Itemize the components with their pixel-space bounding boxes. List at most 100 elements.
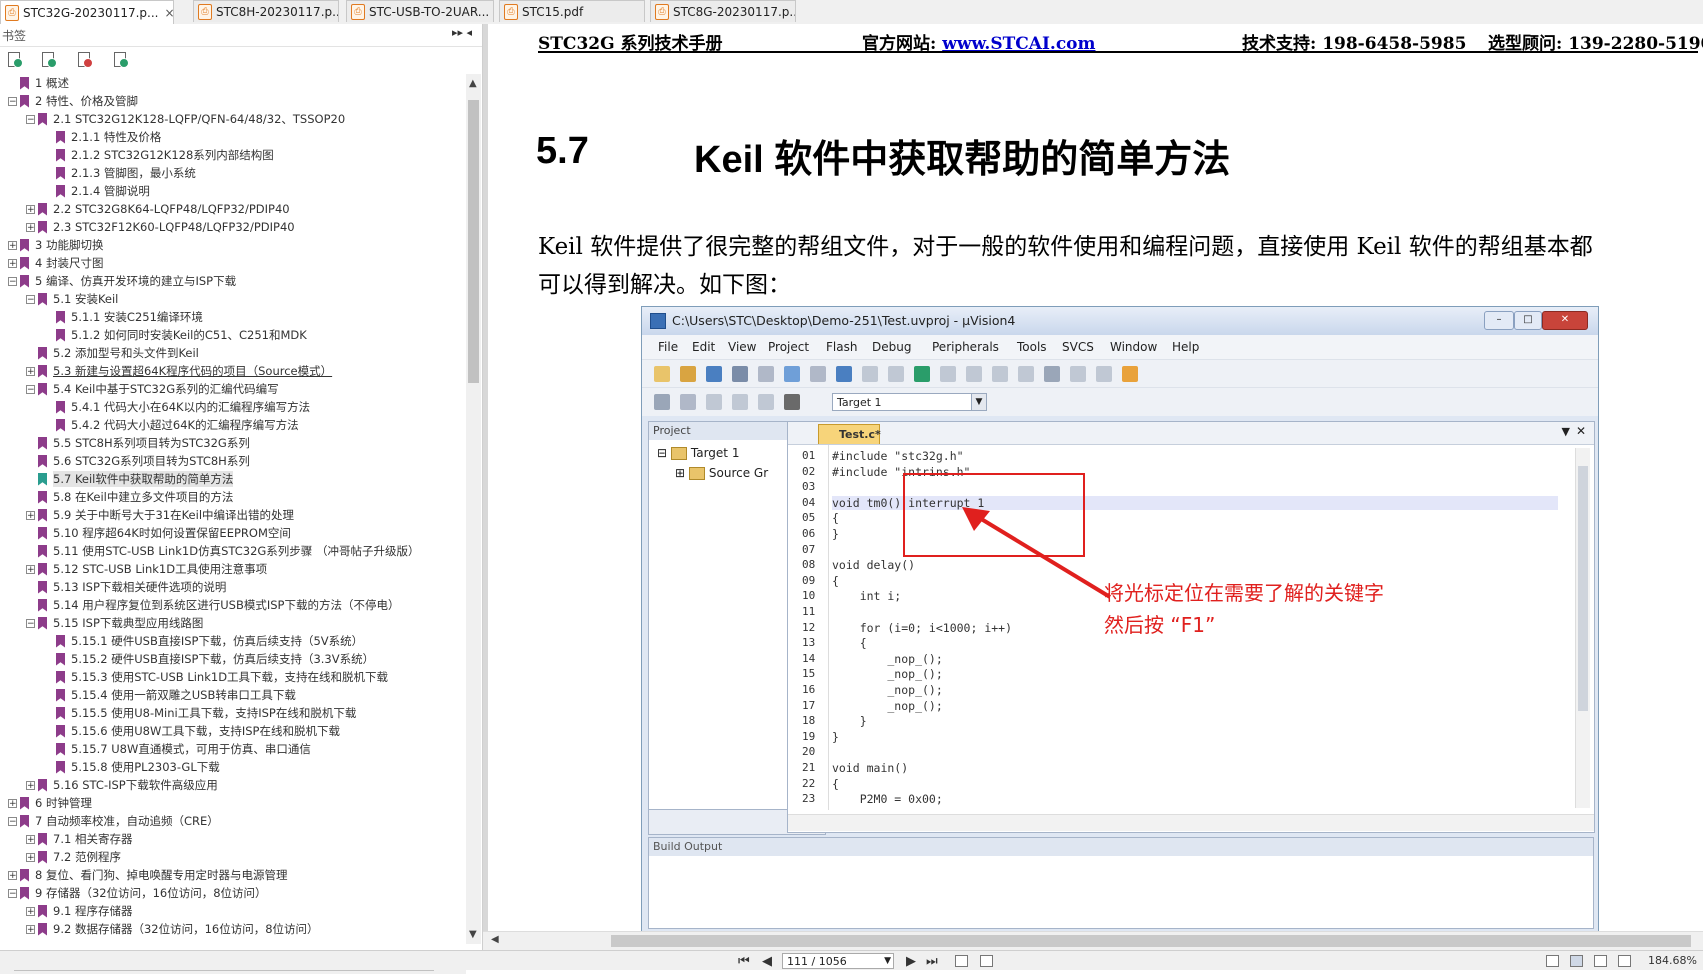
- bookmark-item[interactable]: 5.1.2 如何同时安装Keil的C51、C251和MDK: [44, 326, 307, 344]
- expand-icon[interactable]: +: [26, 366, 35, 376]
- bookmark-item[interactable]: +7.1 相关寄存器: [26, 830, 132, 848]
- bookmark-item[interactable]: 5.4.2 代码大小超过64K的汇编程序编写方法: [44, 416, 299, 434]
- bookmark-item[interactable]: +5.16 STC-ISP下载软件高级应用: [26, 776, 218, 794]
- splitter[interactable]: [483, 24, 488, 950]
- expand-icon[interactable]: +: [8, 240, 17, 250]
- expand-icon[interactable]: +: [26, 906, 35, 916]
- tab-stc-usb[interactable]: ⎙ STC-USB-TO-2UAR...: [346, 0, 494, 22]
- fit-page-icon[interactable]: [955, 955, 968, 967]
- first-page-icon[interactable]: ⏮: [738, 954, 750, 969]
- bookmark-item[interactable]: +8 复位、看门狗、掉电唤醒专用定时器与电源管理: [8, 866, 287, 884]
- bookmark-item[interactable]: 5.15.7 U8W直通模式，可用于仿真、串口通信: [44, 740, 311, 758]
- bookmark-tool-icon[interactable]: [112, 51, 129, 68]
- bookmark-item[interactable]: 5.6 STC32G系列项目转为STC8H系列: [26, 452, 250, 470]
- bookmark-item[interactable]: +9.1 程序存储器: [26, 902, 132, 920]
- bookmark-item[interactable]: − 2.1 STC32G12K128-LQFP/QFN-64/48/32、TSSO…: [26, 110, 345, 128]
- bookmark-tool-icon[interactable]: [76, 51, 93, 68]
- document-horizontal-scrollbar[interactable]: ◀: [483, 931, 1703, 950]
- expand-icon[interactable]: +: [26, 510, 35, 520]
- bookmark-item[interactable]: − 5.15 ISP下载典型应用线路图: [26, 614, 203, 632]
- scroll-up-icon[interactable]: ▲: [469, 78, 477, 89]
- single-page-view-icon[interactable]: [1546, 955, 1559, 967]
- last-page-icon[interactable]: ⏭: [926, 954, 938, 969]
- scroll-left-icon[interactable]: ◀: [491, 934, 499, 945]
- bookmark-item[interactable]: 5.15.2 硬件USB直接ISP下载，仿真后续支持（3.3V系统）: [44, 650, 374, 668]
- bookmark-item[interactable]: 5.15.1 硬件USB直接ISP下载，仿真后续支持（5V系统）: [44, 632, 363, 650]
- expand-icon[interactable]: +: [26, 204, 35, 214]
- bookmark-item[interactable]: − 9 存储器（32位访问，16位访问，8位访问）: [8, 884, 267, 902]
- bookmark-item[interactable]: +3 功能脚切换: [8, 236, 103, 254]
- collapse-icon[interactable]: −: [26, 384, 35, 394]
- bookmark-item[interactable]: +5.3 新建与设置超64K程序代码的项目（Source模式）: [26, 362, 332, 380]
- expand-icon[interactable]: +: [8, 258, 17, 268]
- fit-width-icon[interactable]: [980, 955, 993, 967]
- bookmark-item[interactable]: 5.7 Keil软件中获取帮助的简单方法: [26, 470, 234, 488]
- expand-icon[interactable]: +: [26, 924, 35, 934]
- collapse-icon[interactable]: −: [8, 888, 17, 898]
- bookmark-item[interactable]: 5.15.4 使用一箭双雕之USB转串口工具下载: [44, 686, 296, 704]
- expand-icon[interactable]: +: [26, 834, 35, 844]
- bookmark-item[interactable]: 5.10 程序超64K时如何设置保留EEPROM空间: [26, 524, 291, 542]
- bookmark-item[interactable]: 2.1.3 管脚图，最小系统: [44, 164, 196, 182]
- page-number-input[interactable]: 111 / 1056 ▼: [782, 953, 894, 969]
- bookmark-item[interactable]: − 2 特性、价格及管脚: [8, 92, 138, 110]
- bookmark-item[interactable]: 5.13 ISP下载相关硬件选项的说明: [26, 578, 226, 596]
- bookmark-item[interactable]: − 5 编译、仿真开发环境的建立与ISP下载: [8, 272, 236, 290]
- bookmark-tool-icon[interactable]: [6, 51, 23, 68]
- collapse-icon[interactable]: −: [26, 114, 35, 124]
- bookmark-item[interactable]: 5.2 添加型号和头文件到Keil: [26, 344, 199, 362]
- tab-stc8h[interactable]: ⎙ STC8H-20230117.p...: [193, 0, 339, 22]
- bookmark-item[interactable]: 2.1.1 特性及价格: [44, 128, 161, 146]
- expand-icon[interactable]: +: [26, 852, 35, 862]
- zoom-level[interactable]: 184.68%: [1648, 954, 1697, 967]
- bookmark-item[interactable]: 2.1.2 STC32G12K128系列内部结构图: [44, 146, 274, 164]
- next-page-icon[interactable]: ▶: [906, 954, 916, 969]
- collapse-icon[interactable]: −: [8, 276, 17, 286]
- expand-icon[interactable]: +: [26, 564, 35, 574]
- bookmark-item[interactable]: − 5.4 Keil中基于STC32G系列的汇编代码编写: [26, 380, 279, 398]
- tab-stc15[interactable]: ⎙ STC15.pdf: [499, 0, 645, 22]
- expand-icon[interactable]: +: [26, 222, 35, 232]
- scrollbar-thumb[interactable]: [611, 935, 1691, 947]
- expand-icon[interactable]: +: [26, 780, 35, 790]
- bookmark-item[interactable]: +6 时钟管理: [8, 794, 92, 812]
- collapse-icon[interactable]: −: [8, 816, 17, 826]
- bookmark-item[interactable]: − 7 自动频率校准，自动追频（CRE）: [8, 812, 219, 830]
- scroll-down-icon[interactable]: ▼: [469, 929, 477, 940]
- facing-view-icon[interactable]: [1594, 955, 1607, 967]
- facing-continuous-view-icon[interactable]: [1618, 955, 1631, 967]
- bookmark-item[interactable]: 5.15.3 使用STC-USB Link1D工具下载，支持在线和脱机下载: [44, 668, 388, 686]
- bookmark-item[interactable]: 5.4.1 代码大小在64K以内的汇编程序编写方法: [44, 398, 310, 416]
- bookmark-item[interactable]: +9.2 数据存储器（32位访问，16位访问，8位访问）: [26, 920, 319, 938]
- bookmark-item[interactable]: +2.3 STC32F12K60-LQFP48/LQFP32/PDIP40: [26, 218, 295, 236]
- bookmark-item[interactable]: 5.14 用户程序复位到系统区进行USB模式ISP下载的方法（不停电）: [26, 596, 400, 614]
- close-tab-icon[interactable]: ×: [164, 6, 173, 20]
- bookmarks-vertical-scrollbar[interactable]: ▲ ▼: [466, 74, 481, 944]
- collapse-icon[interactable]: −: [26, 618, 35, 628]
- bookmark-item[interactable]: +7.2 范例程序: [26, 848, 121, 866]
- panel-collapse-buttons[interactable]: ▸▸ ◂: [452, 26, 472, 39]
- previous-page-icon[interactable]: ◀: [762, 954, 772, 969]
- tab-stc32g[interactable]: ⎙ STC32G-20230117.p... ×: [0, 0, 174, 25]
- bookmark-item[interactable]: +5.9 关于中断号大于31在Keil中编译出错的处理: [26, 506, 294, 524]
- bookmark-item[interactable]: 5.15.6 使用U8W工具下载，支持ISP在线和脱机下载: [44, 722, 340, 740]
- expand-icon[interactable]: +: [8, 798, 17, 808]
- tab-stc8g[interactable]: ⎙ STC8G-20230117.p...: [650, 0, 796, 22]
- bookmark-item[interactable]: 5.5 STC8H系列项目转为STC32G系列: [26, 434, 250, 452]
- bookmark-item[interactable]: 5.8 在Keil中建立多文件项目的方法: [26, 488, 233, 506]
- collapse-icon[interactable]: −: [8, 96, 17, 106]
- bookmark-item[interactable]: − 5.1 安装Keil: [26, 290, 118, 308]
- bookmark-item[interactable]: +2.2 STC32G8K64-LQFP48/LQFP32/PDIP40: [26, 200, 290, 218]
- bookmark-item[interactable]: 5.1.1 安装C251编译环境: [44, 308, 203, 326]
- bookmark-item[interactable]: 1 概述: [8, 74, 69, 92]
- bookmark-tool-icon[interactable]: [40, 51, 57, 68]
- scrollbar-thumb[interactable]: [468, 100, 479, 383]
- bookmark-item[interactable]: +4 封装尺寸图: [8, 254, 103, 272]
- collapse-icon[interactable]: −: [26, 294, 35, 304]
- bookmark-item[interactable]: 2.1.4 管脚说明: [44, 182, 150, 200]
- continuous-view-icon[interactable]: [1570, 955, 1583, 967]
- expand-icon[interactable]: +: [8, 870, 17, 880]
- bookmark-item[interactable]: 5.15.8 使用PL2303-GL下载: [44, 758, 220, 776]
- site-link[interactable]: www.STCAI.com: [942, 34, 1095, 54]
- bookmark-item[interactable]: +5.12 STC-USB Link1D工具使用注意事项: [26, 560, 267, 578]
